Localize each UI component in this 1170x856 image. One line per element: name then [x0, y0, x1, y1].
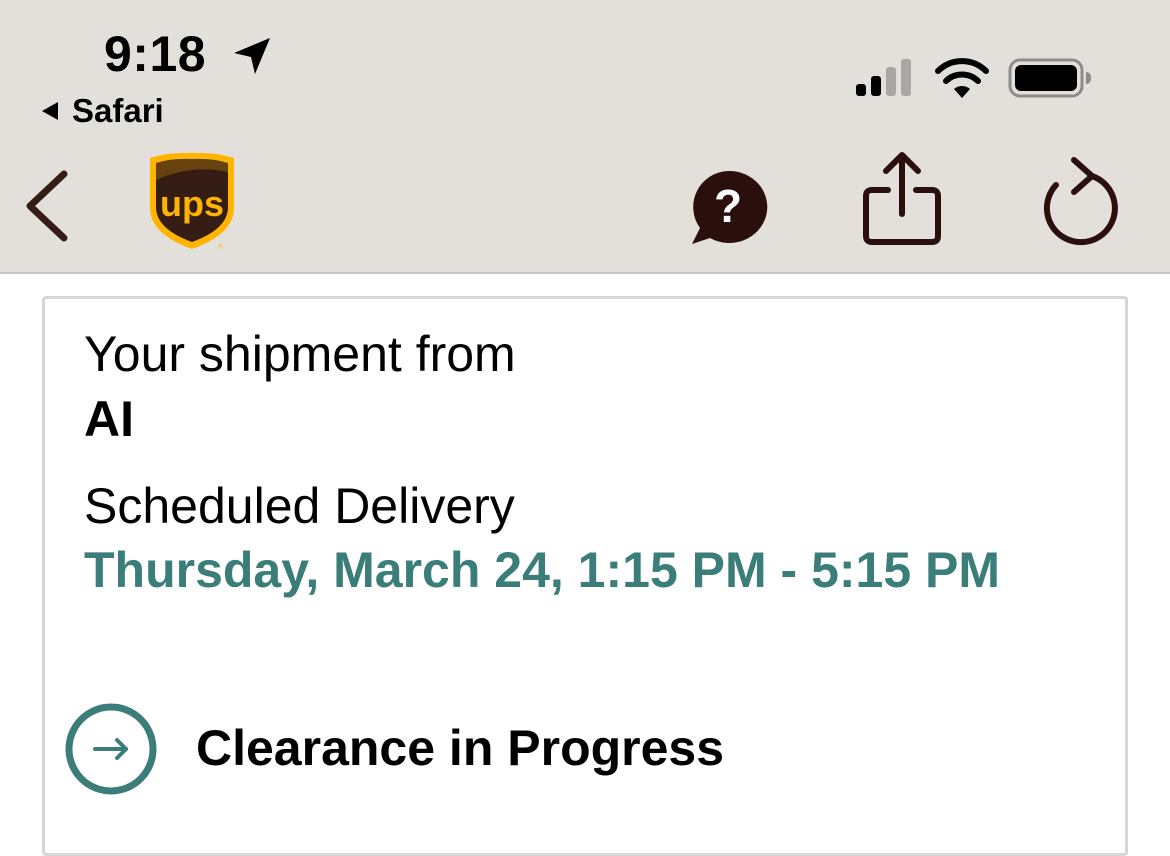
shipment-status: Clearance in Progress — [196, 720, 725, 776]
battery-icon — [1008, 58, 1091, 98]
back-app-label: Safari — [72, 92, 164, 129]
share-icon[interactable] — [858, 150, 946, 250]
location-arrow-icon — [234, 38, 270, 74]
ups-logo: ups ® — [150, 152, 234, 251]
top-bar-divider — [0, 272, 1170, 274]
svg-text:®: ® — [218, 243, 224, 251]
arrow-circle-icon — [65, 703, 157, 795]
back-triangle-icon — [42, 102, 58, 120]
scheduled-delivery-label: Scheduled Delivery — [84, 478, 515, 534]
svg-text:?: ? — [714, 180, 742, 232]
shipment-sender-name: AI — [84, 391, 134, 447]
cellular-signal-icon — [856, 59, 911, 96]
wifi-icon — [935, 58, 989, 98]
scheduled-delivery-value: Thursday, March 24, 1:15 PM - 5:15 PM — [84, 542, 1001, 598]
back-chevron-icon[interactable] — [20, 168, 76, 244]
back-to-app-link[interactable]: Safari — [38, 92, 164, 130]
refresh-icon[interactable] — [1038, 152, 1124, 248]
shipment-from-label: Your shipment from — [84, 326, 516, 382]
help-icon[interactable]: ? — [686, 168, 770, 248]
ups-logo-text: ups — [160, 183, 224, 224]
status-time: 9:18 — [104, 26, 207, 82]
